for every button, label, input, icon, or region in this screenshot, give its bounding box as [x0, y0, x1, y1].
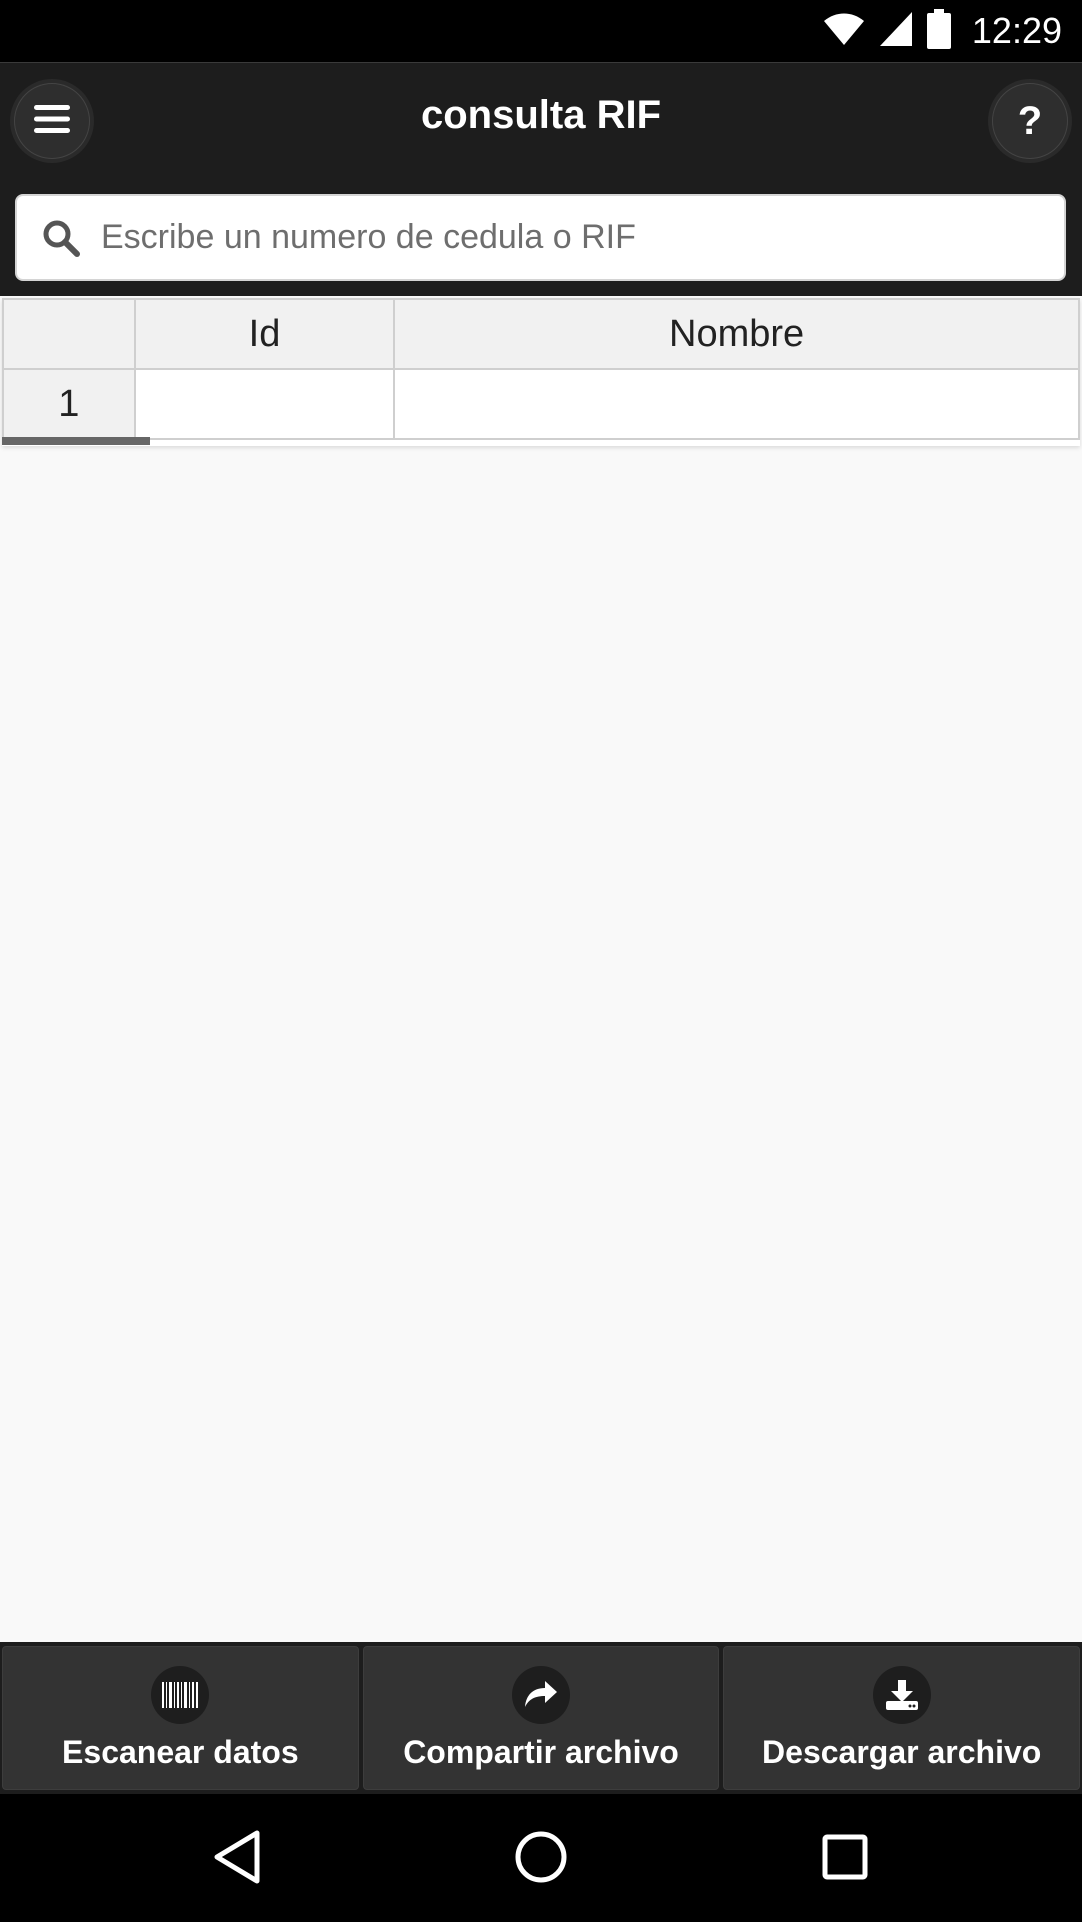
- cell-signal-icon: [878, 10, 914, 53]
- cell-id[interactable]: [133, 368, 396, 440]
- recents-icon: [821, 1833, 869, 1886]
- share-file-label: Compartir archivo: [403, 1733, 679, 1770]
- share-file-button[interactable]: Compartir archivo: [362, 1646, 720, 1790]
- app-header: consulta RIF ?: [0, 62, 1082, 194]
- row-number: 1: [2, 368, 136, 440]
- table-row[interactable]: 1: [2, 368, 1080, 440]
- recents-button[interactable]: [810, 1824, 880, 1894]
- share-icon: [512, 1665, 570, 1724]
- column-header-nombre[interactable]: Nombre: [393, 298, 1080, 370]
- home-button[interactable]: [506, 1824, 576, 1894]
- status-time: 12:29: [971, 10, 1062, 51]
- cell-nombre[interactable]: [393, 368, 1080, 440]
- back-button[interactable]: [202, 1824, 272, 1894]
- wifi-icon: [822, 11, 866, 52]
- system-nav-bar: [0, 1794, 1082, 1922]
- search-icon: [41, 218, 81, 258]
- search-box[interactable]: [15, 194, 1066, 281]
- download-file-label: Descargar archivo: [762, 1733, 1042, 1770]
- download-file-button[interactable]: Descargar archivo: [723, 1646, 1081, 1790]
- home-icon: [514, 1830, 568, 1889]
- page-title: consulta RIF: [420, 93, 662, 137]
- status-bar: 12:29: [0, 0, 1082, 62]
- status-icons: 12:29: [822, 8, 1062, 54]
- back-icon: [211, 1829, 263, 1890]
- search-bar: [0, 194, 1082, 296]
- search-input[interactable]: [101, 218, 1021, 257]
- battery-icon: [926, 8, 952, 54]
- help-icon: ?: [1017, 98, 1043, 143]
- scan-data-label: Escanear datos: [62, 1733, 299, 1770]
- table-header-row: Id Nombre: [2, 298, 1080, 370]
- scan-data-button[interactable]: Escanear datos: [2, 1646, 359, 1790]
- download-icon: [872, 1665, 931, 1724]
- help-button[interactable]: ?: [992, 83, 1068, 159]
- barcode-icon: [151, 1665, 210, 1724]
- column-header-id[interactable]: Id: [133, 298, 396, 370]
- bottom-toolbar: Escanear datos Compartir archivo Descarg…: [0, 1642, 1082, 1794]
- horizontal-scrollbar[interactable]: [2, 437, 150, 445]
- column-header-rownum: [2, 298, 136, 370]
- results-table: Id Nombre 1: [2, 298, 1080, 446]
